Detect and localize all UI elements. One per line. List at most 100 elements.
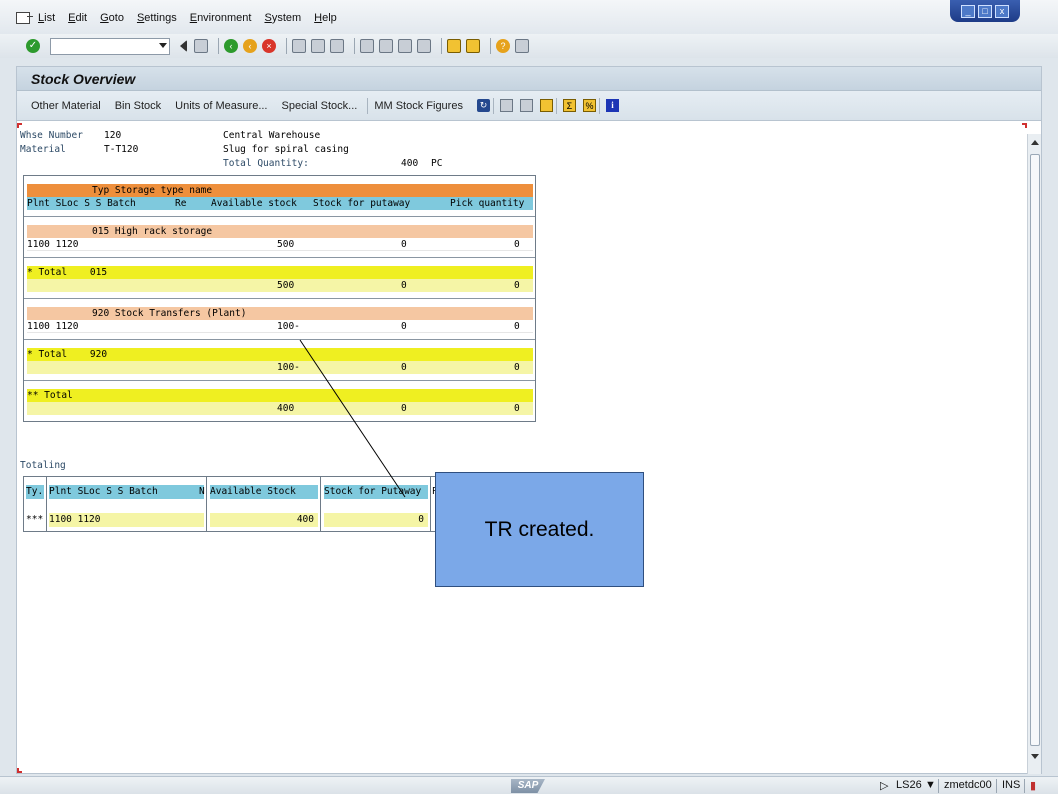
col-plnt-sloc: Plnt SLoc S S Batch: [27, 198, 136, 209]
save-icon[interactable]: [194, 39, 208, 53]
totaling-label: Totaling: [20, 460, 66, 471]
enter-check-icon[interactable]: ✓: [26, 39, 40, 53]
help-icon[interactable]: ?: [496, 39, 510, 53]
storage-type-row: 015 High rack storage: [27, 225, 533, 238]
scroll-down-arrow-icon[interactable]: [1031, 754, 1039, 759]
units-of-measure-button[interactable]: Units of Measure...: [175, 100, 267, 112]
application-toolbar: Other Material Bin Stock Units of Measur…: [17, 91, 1041, 121]
subtotal-available: 100-: [277, 362, 300, 373]
subtotal-icon[interactable]: %: [582, 99, 596, 112]
layout-menu-icon[interactable]: [515, 39, 529, 53]
group-separator: [24, 339, 535, 340]
expand-icon[interactable]: [499, 99, 513, 112]
log-icon[interactable]: ▮: [1030, 779, 1036, 792]
filter-icon[interactable]: [539, 99, 553, 112]
toolbar-separator: [354, 38, 355, 54]
grand-total-label-row: ** Total: [27, 389, 533, 402]
menu-help[interactable]: Help: [314, 12, 337, 24]
print-icon[interactable]: [292, 39, 306, 53]
last-page-icon[interactable]: [417, 39, 431, 53]
col-stock-for-putaway: Stock for putaway: [313, 198, 411, 209]
back-arrow-icon[interactable]: [180, 40, 187, 52]
server-name: zmetdc00: [944, 779, 992, 791]
col-available-stock: Available Stock: [210, 485, 318, 499]
subtotal-label-row: * Total 920: [27, 348, 533, 361]
exit-icon[interactable]: ‹: [243, 39, 257, 53]
cancel-icon[interactable]: ×: [262, 39, 276, 53]
find-next-icon[interactable]: [330, 39, 344, 53]
status-bar: SAP ▷ LS26 ▼ zmetdc00 INS ▮: [0, 776, 1058, 794]
subtotal-pick: 0: [514, 362, 520, 373]
title-bar: Stock Overview: [17, 67, 1041, 91]
menu-system[interactable]: System: [264, 12, 301, 24]
minimize-button[interactable]: _: [961, 4, 975, 18]
subtotal-putaway: 0: [401, 362, 407, 373]
menu-environment[interactable]: Environment: [190, 12, 252, 24]
callout-box: TR created.: [435, 472, 644, 587]
table-row[interactable]: 1100 1120 500 0 0: [27, 238, 533, 251]
grand-total-label: ** Total: [27, 390, 73, 401]
bin-stock-button[interactable]: Bin Stock: [115, 100, 161, 112]
totaling-plant-sloc: 1100 1120: [49, 513, 204, 527]
other-material-button[interactable]: Other Material: [31, 100, 101, 112]
subtotal-putaway: 0: [401, 280, 407, 291]
available-stock: 500: [277, 239, 295, 250]
refresh-icon[interactable]: ↻: [476, 99, 490, 112]
input-mode: INS: [1002, 779, 1021, 791]
col-re: Re: [175, 198, 187, 209]
toolbar-separator: [490, 38, 491, 54]
command-field[interactable]: [50, 37, 170, 55]
menu-edit[interactable]: Edit: [68, 12, 87, 24]
plant-sloc: 1100 1120: [27, 321, 79, 332]
print-list-icon[interactable]: [519, 99, 533, 112]
window-controls: _ □ x: [950, 0, 1020, 22]
column-divider: [320, 477, 321, 531]
new-session-icon[interactable]: [447, 39, 461, 53]
chevron-down-icon[interactable]: [159, 42, 167, 48]
stock-overview-content: Whse Number 120 Central Warehouse Materi…: [17, 122, 1027, 772]
info-icon[interactable]: i: [605, 99, 619, 112]
toolbar-separator: [218, 38, 219, 54]
toolbar-separator: [555, 97, 557, 114]
first-page-icon[interactable]: [360, 39, 374, 53]
find-icon[interactable]: [311, 39, 325, 53]
scroll-up-arrow-icon[interactable]: [1031, 140, 1039, 145]
pick-quantity: 0: [514, 321, 520, 332]
back-icon[interactable]: ‹: [224, 39, 238, 53]
group-separator: [24, 257, 535, 258]
material-label: Material: [20, 144, 66, 155]
table-row[interactable]: 1100 1120 100- 0 0: [27, 320, 533, 333]
special-stock-button[interactable]: Special Stock...: [282, 100, 358, 112]
group-separator: [24, 216, 535, 217]
total-quantity-label: Total Quantity:: [223, 158, 309, 169]
grand-total-pick: 0: [514, 403, 520, 414]
scroll-thumb[interactable]: [1030, 154, 1040, 746]
plant-sloc: 1100 1120: [27, 239, 79, 250]
vertical-scrollbar[interactable]: [1027, 134, 1041, 774]
toolbar-separator: [598, 97, 600, 114]
maximize-button[interactable]: □: [978, 4, 992, 18]
total-icon[interactable]: Σ: [562, 99, 576, 112]
menu-exit-icon[interactable]: [16, 12, 33, 24]
col-n: N: [199, 486, 205, 497]
menu-settings[interactable]: Settings: [137, 12, 177, 24]
menu-list[interactable]: List: [38, 12, 55, 24]
menu-goto[interactable]: Goto: [100, 12, 124, 24]
group-separator: [24, 298, 535, 299]
subtotal-015-label: * Total 015: [27, 267, 108, 278]
pick-quantity: 0: [514, 239, 520, 250]
column-divider: [430, 477, 431, 531]
next-page-icon[interactable]: [398, 39, 412, 53]
standard-toolbar: ✓ ‹ ‹ × ?: [0, 34, 1058, 58]
total-quantity-value: 400: [401, 158, 419, 169]
play-arrow-icon[interactable]: ▷: [880, 779, 888, 792]
mm-stock-figures-button[interactable]: MM Stock Figures: [374, 100, 463, 112]
toolbar-separator: [441, 38, 442, 54]
previous-page-icon[interactable]: [379, 39, 393, 53]
system-id: LS26: [896, 779, 922, 791]
totaling-ty-value: ***: [26, 514, 44, 525]
close-button[interactable]: x: [995, 4, 1009, 18]
shortcut-icon[interactable]: [466, 39, 480, 53]
stock-for-putaway: 0: [401, 321, 407, 332]
chevron-down-icon[interactable]: ▼: [925, 779, 936, 791]
